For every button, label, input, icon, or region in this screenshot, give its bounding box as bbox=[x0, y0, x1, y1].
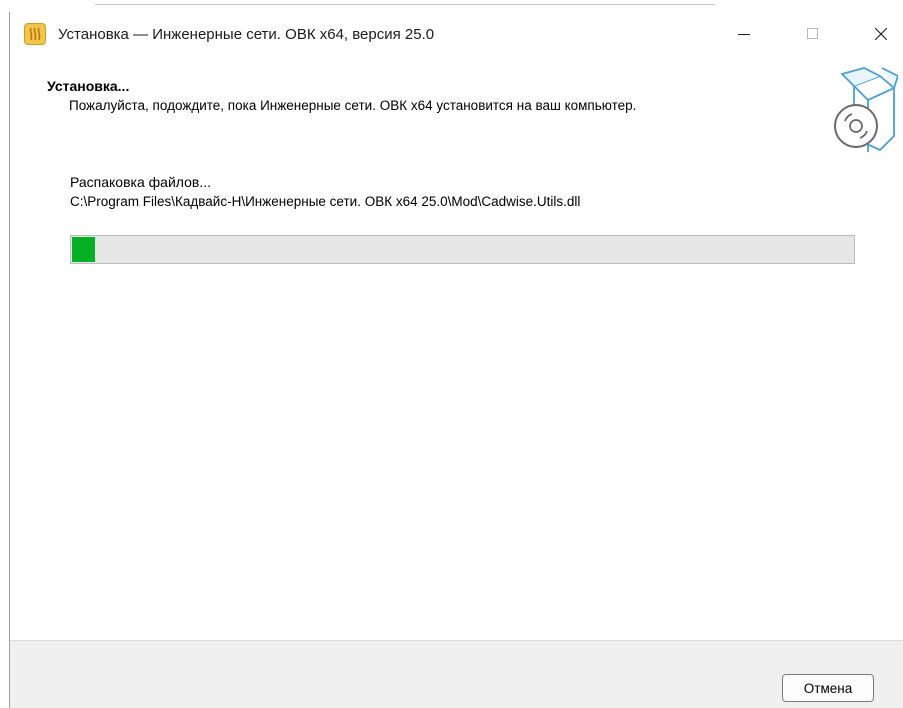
maximize-button[interactable] bbox=[790, 12, 836, 56]
status-text: Распаковка файлов... bbox=[70, 174, 211, 190]
installer-window: Установка — Инженерные сети. ОВК x64, ве… bbox=[9, 12, 903, 708]
background-window-edge bbox=[95, 4, 715, 5]
minimize-button[interactable] bbox=[721, 12, 767, 56]
current-file-path: C:\Program Files\Кадвайс-Н\Инженерные се… bbox=[70, 194, 581, 209]
minimize-icon bbox=[738, 34, 750, 35]
box-disc-icon bbox=[834, 67, 898, 152]
progress-bar bbox=[70, 235, 855, 264]
maximize-icon bbox=[807, 28, 818, 39]
app-logo-icon bbox=[24, 23, 46, 45]
title-bar[interactable]: Установка — Инженерные сети. ОВК x64, ве… bbox=[10, 12, 903, 60]
close-icon bbox=[875, 28, 887, 40]
footer-bar: Отмена bbox=[10, 640, 903, 708]
cancel-button[interactable]: Отмена bbox=[782, 674, 874, 702]
background-window-strip bbox=[0, 0, 903, 12]
close-button[interactable] bbox=[858, 12, 903, 56]
window-title: Установка — Инженерные сети. ОВК x64, ве… bbox=[58, 26, 435, 43]
page-title: Установка... bbox=[47, 78, 130, 94]
page-subtitle: Пожалуйста, подождите, пока Инженерные с… bbox=[69, 98, 637, 113]
progress-bar-fill bbox=[72, 237, 95, 262]
